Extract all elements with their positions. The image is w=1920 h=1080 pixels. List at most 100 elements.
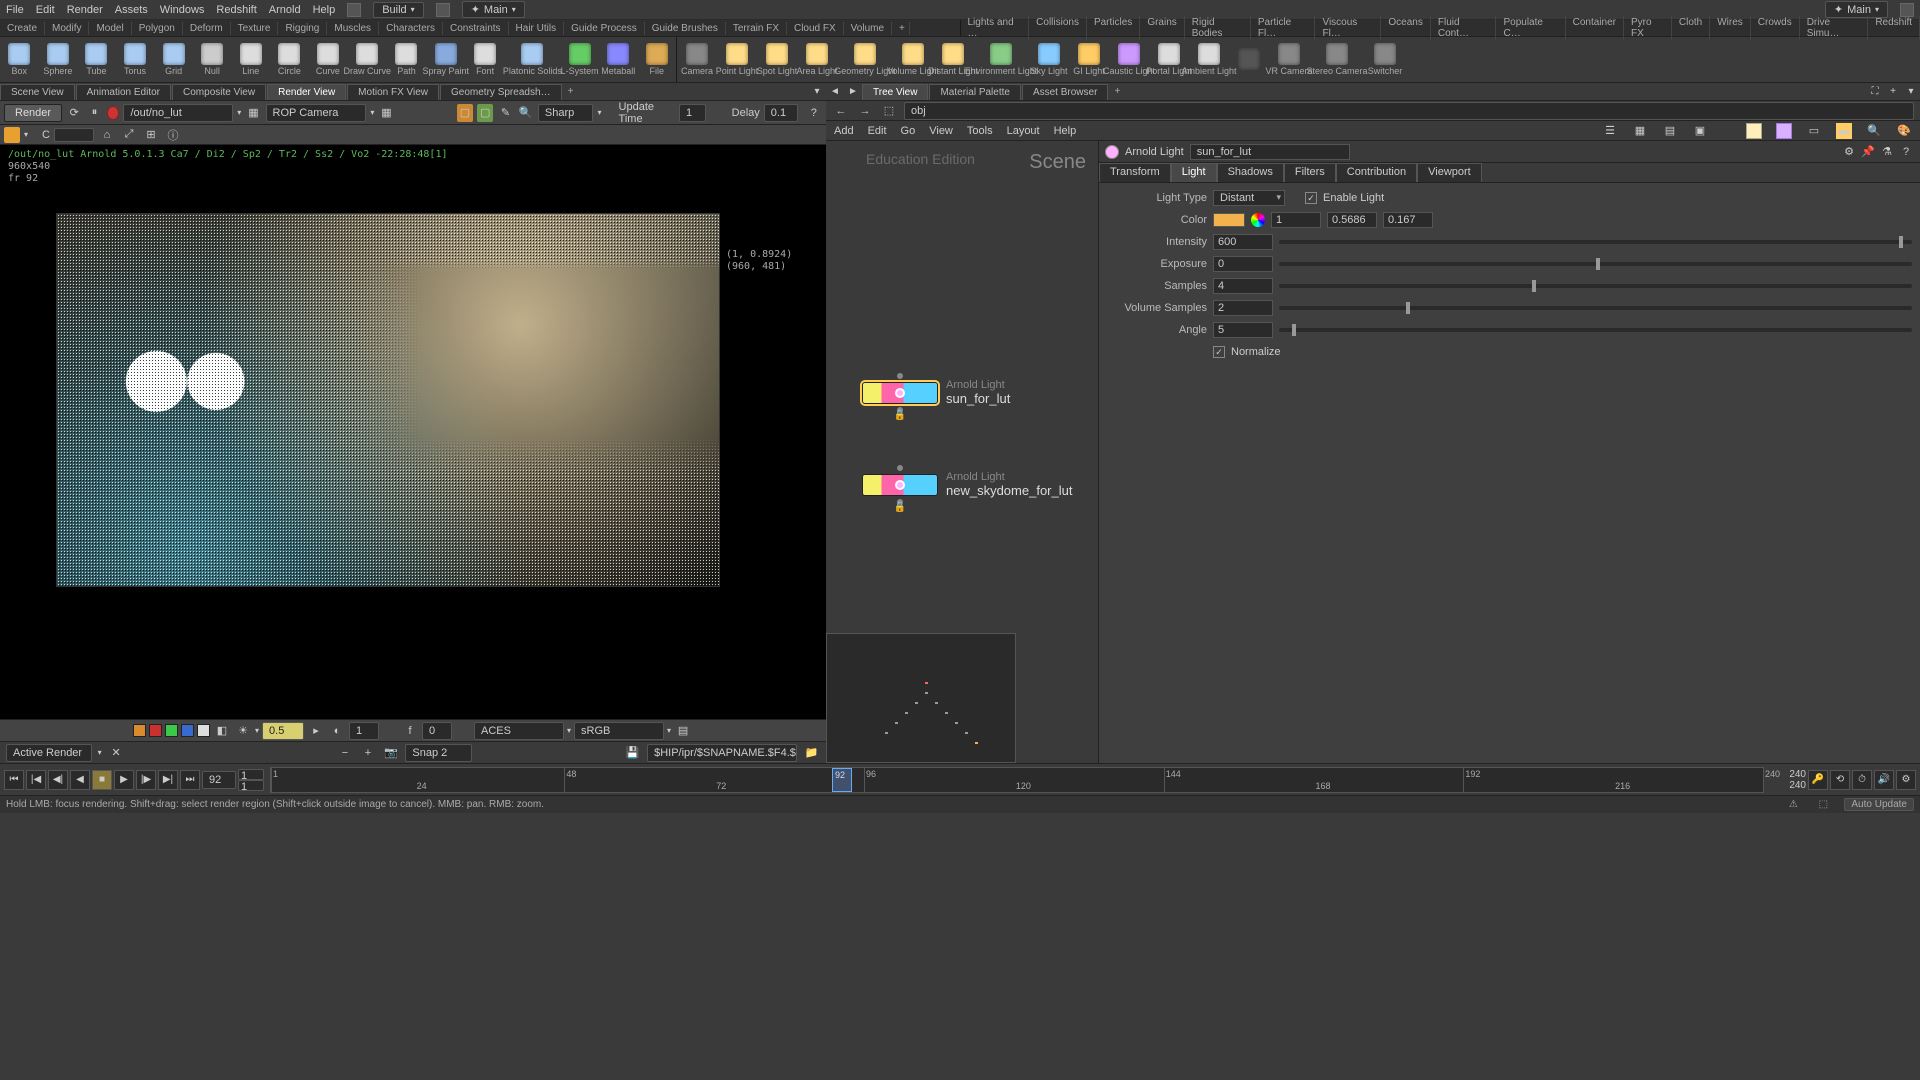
shelf-tool[interactable]: VR Camera [1269,38,1309,82]
shelf-tool[interactable]: Font [466,38,505,82]
shelf-tab[interactable]: Particles [1087,16,1140,40]
snap-close-icon[interactable]: ✕ [108,744,125,762]
shelf-tool[interactable]: File [638,38,676,82]
shelf-tab[interactable]: Model [89,22,131,35]
intensity-slider[interactable] [1279,240,1912,244]
fstop-icon[interactable]: f [401,722,419,740]
shelf-tool[interactable]: Spray Paint [426,38,466,82]
shelf-tab-add[interactable]: + [892,22,910,35]
net-sticky-icon[interactable] [1746,123,1762,139]
net-search-icon[interactable]: 🔍 [1866,123,1882,139]
key-icon[interactable]: 🔑 [1808,770,1828,790]
tab-animation-editor[interactable]: Animation Editor [76,84,171,100]
rop-path-field[interactable]: /out/no_lut [123,104,233,122]
net-table-icon[interactable]: ▤ [1662,123,1678,139]
samples-slider[interactable] [1279,284,1912,288]
auto-update-toggle[interactable]: Auto Update [1844,798,1914,811]
chip-blue[interactable] [181,724,194,737]
net-tree-icon[interactable]: ▣ [1692,123,1708,139]
intensity-field[interactable]: 600 [1213,234,1273,250]
shelf-tab[interactable]: Viscous Fl… [1315,16,1381,40]
delay-field[interactable]: 0.1 [764,104,798,122]
save-icon[interactable]: 💾 [624,744,641,762]
menu-windows[interactable]: Windows [160,4,205,16]
first-frame-button[interactable]: ⏮ [4,770,24,790]
lut-icon[interactable]: ▤ [674,722,692,740]
pane-tab-add-right[interactable]: + [1109,86,1125,97]
shelf-tab[interactable]: Oceans [1381,16,1430,40]
shelf-tab[interactable]: Populate C… [1496,16,1565,40]
shelf-tab[interactable]: Wires [1710,16,1751,40]
gear-icon[interactable]: ⚙ [1841,144,1857,160]
parm-tab-transform[interactable]: Transform [1099,163,1171,182]
normalize-checkbox[interactable]: ✓ [1213,346,1225,358]
shelf-tab[interactable]: Characters [379,22,443,35]
refresh-icon[interactable]: ⟳ [66,104,82,122]
fwd-icon[interactable]: ► [845,84,861,100]
gamma-field[interactable]: 0.5 [262,722,304,740]
shelf-tab[interactable]: Rigging [278,22,327,35]
shelf-tab[interactable]: Crowds [1751,16,1800,40]
angle-field[interactable]: 5 [1213,322,1273,338]
shelf-tool[interactable]: Curve [309,38,348,82]
help-icon[interactable]: ? [806,104,822,122]
prev-key-button[interactable]: |◀ [26,770,46,790]
loop-icon[interactable]: ⟲ [1830,770,1850,790]
fstop-field[interactable]: 0 [422,722,452,740]
unknown1-icon[interactable]: ⊞ [142,126,160,144]
light-type-dropdown[interactable]: Distant [1213,190,1285,206]
info-icon[interactable]: ⓘ [164,126,182,144]
shelf-tool[interactable]: Metaball [599,38,638,82]
tab-tree-view[interactable]: Tree View [862,84,928,100]
shelf-tool[interactable]: Spot Light [757,38,797,82]
shelf-tool[interactable]: Grid [154,38,193,82]
channel-field[interactable] [54,128,94,142]
netmenu-edit[interactable]: Edit [868,125,887,137]
take-chooser[interactable]: ✦ Main ▾ [462,1,525,18]
shelf-tab[interactable]: Deform [183,22,231,35]
chip-red[interactable] [149,724,162,737]
active-render-field[interactable]: Active Render [6,744,92,762]
snap-path-field[interactable]: $HIP/ipr/$SNAPNAME.$F4.$ [647,744,797,762]
netmenu-add[interactable]: Add [834,125,854,137]
tab-motion-fx[interactable]: Motion FX View [347,84,439,100]
pane-tab-add[interactable]: + [563,86,579,97]
shelf-tab[interactable]: Drive Simu… [1800,16,1869,40]
parm-tab-shadows[interactable]: Shadows [1217,163,1284,182]
display-mode-icon[interactable] [4,127,20,143]
pane-menu-icon[interactable]: ▾ [809,84,825,100]
tab-material-palette[interactable]: Material Palette [929,84,1020,100]
shelf-tool[interactable]: Path [387,38,426,82]
shelf-tab[interactable]: Polygon [132,22,183,35]
netmenu-help[interactable]: Help [1054,125,1077,137]
camera-field[interactable]: ROP Camera [266,104,367,122]
compare-icon[interactable]: ◧ [213,722,231,740]
step-fwd-button[interactable]: |▶ [136,770,156,790]
color-swatch[interactable] [1213,213,1245,227]
shelf-tool[interactable]: Caustic Light [1109,38,1149,82]
shelf-tool[interactable]: Geometry Light [837,38,893,82]
stop-icon[interactable] [107,106,120,120]
filter-icon[interactable]: ⚗ [1879,144,1895,160]
tab-composite-view[interactable]: Composite View [172,84,266,100]
shelf-tool[interactable]: Box [0,38,39,82]
bright-field[interactable]: 1 [349,722,379,740]
home-icon[interactable]: ⌂ [98,126,116,144]
shelf-tool[interactable]: Environment Light [973,38,1029,82]
back-icon[interactable]: ◄ [827,84,843,100]
pause-icon[interactable]: ⏸ [86,104,102,122]
vol-samples-field[interactable]: 2 [1213,300,1273,316]
play-back-button[interactable]: ◀ [70,770,90,790]
shelf-tab[interactable]: Muscles [327,22,379,35]
parm-tab-filters[interactable]: Filters [1284,163,1336,182]
desktop-icon[interactable] [347,3,361,17]
gamma-up-icon[interactable]: ▸ [307,722,325,740]
shelf-tool[interactable]: Platonic Solids [504,38,560,82]
shelf-tool[interactable]: Sphere [39,38,78,82]
shelf-tab[interactable]: Hair Utils [509,22,565,35]
cam-icon[interactable] [436,3,450,17]
snap-plus-icon[interactable]: + [359,744,376,762]
shelf-tab[interactable]: Fluid Cont… [1431,16,1497,40]
help2-icon[interactable]: ? [1898,144,1914,160]
net-palette-icon[interactable]: 🎨 [1896,123,1912,139]
